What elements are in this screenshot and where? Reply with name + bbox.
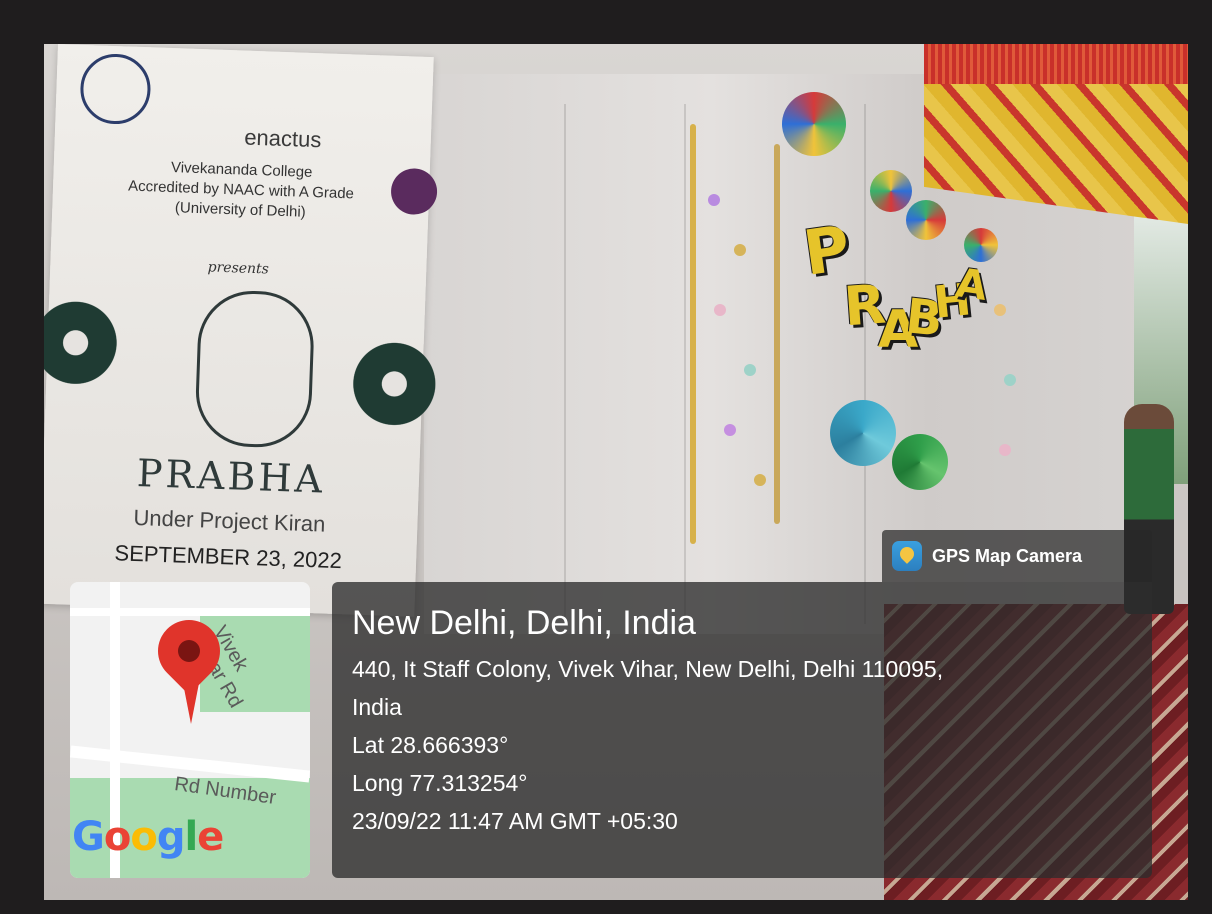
- project-name: Under Project Kiran: [133, 504, 326, 537]
- google-logo: Google: [72, 814, 224, 860]
- paper-dot: [999, 444, 1011, 456]
- college-name: Vivekananda College Accredited by NAAC w…: [52, 154, 430, 227]
- location-info-panel: New Delhi, Delhi, India 440, It Staff Co…: [332, 582, 1152, 878]
- flower-ornament-icon: [44, 293, 126, 393]
- location-latitude: Lat 28.666393°: [352, 732, 509, 758]
- canopy-fringe: [924, 44, 1188, 84]
- location-address-line-2: India: [352, 694, 402, 720]
- tent-fold: [564, 104, 566, 624]
- location-timestamp: 23/09/22 11:47 AM GMT +05:30: [352, 808, 678, 834]
- paper-dot: [994, 304, 1006, 316]
- location-longitude: Long 77.313254°: [352, 770, 528, 796]
- paper-fan-icon: [892, 434, 948, 490]
- tent-fold: [864, 104, 866, 624]
- location-pin-tail: [182, 678, 200, 724]
- college-emblem-icon: [79, 52, 152, 126]
- paper-fan-icon: [906, 200, 946, 240]
- paper-fan-icon: [964, 228, 998, 262]
- tent-fold: [684, 104, 686, 624]
- event-date: SEPTEMBER 23, 2022: [114, 540, 343, 574]
- location-map-thumbnail: Vivek Vihar Rd Rd Number Google: [70, 582, 310, 878]
- paper-fan-icon: [870, 170, 912, 212]
- paper-dot: [724, 424, 736, 436]
- paper-dot: [1004, 374, 1016, 386]
- event-banner: enactus Vivekananda College Accredited b…: [44, 44, 444, 617]
- map-road: [70, 608, 310, 616]
- enactus-logo-text: enactus: [243, 124, 322, 153]
- decoration-letter: A: [952, 260, 991, 310]
- paper-fan-icon: [782, 92, 846, 156]
- location-address-line-1: 440, It Staff Colony, Vivek Vihar, New D…: [352, 656, 944, 682]
- gps-app-name: GPS Map Camera: [932, 545, 1083, 566]
- presents-text: presents: [207, 259, 270, 278]
- gold-streamer: [774, 144, 780, 524]
- event-title: PRABHA: [136, 451, 326, 502]
- location-city: New Delhi, Delhi, India: [352, 604, 696, 642]
- paper-fan-icon: [830, 400, 896, 466]
- paper-dot: [734, 244, 746, 256]
- gps-map-camera-icon: [892, 541, 922, 571]
- gold-streamer: [690, 124, 696, 544]
- hand-flower-emblem-icon: [194, 289, 316, 450]
- paper-dot: [754, 474, 766, 486]
- paper-dot: [708, 194, 720, 206]
- gps-app-badge: GPS Map Camera: [882, 530, 1152, 582]
- paper-dot: [744, 364, 756, 376]
- paper-dot: [714, 304, 726, 316]
